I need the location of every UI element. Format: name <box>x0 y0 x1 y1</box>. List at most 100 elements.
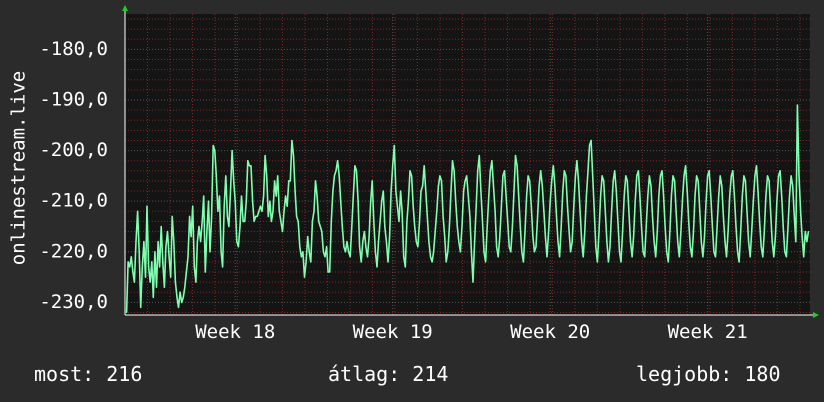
data-point <box>162 261 164 263</box>
data-point <box>570 251 572 253</box>
data-point <box>642 251 644 253</box>
data-point <box>176 296 178 298</box>
data-point <box>776 200 778 202</box>
data-point <box>255 215 257 217</box>
data-point <box>497 256 499 258</box>
data-point <box>763 230 765 233</box>
data-point <box>314 180 317 182</box>
data-point <box>327 271 329 273</box>
data-point <box>250 165 252 167</box>
data-point <box>503 170 506 172</box>
data-point <box>436 210 438 212</box>
data-point <box>593 210 595 212</box>
data-point <box>707 175 709 177</box>
data-point <box>551 180 553 182</box>
data-point <box>184 286 186 288</box>
data-point <box>190 236 192 238</box>
data-point <box>777 175 780 177</box>
data-point <box>486 225 488 228</box>
data-point <box>316 195 318 197</box>
data-point <box>236 241 238 243</box>
data-point <box>510 251 512 253</box>
data-point <box>448 225 450 228</box>
data-point <box>740 230 742 233</box>
data-point <box>215 175 217 177</box>
data-point <box>730 175 732 177</box>
data-point <box>729 195 731 197</box>
stat-current: most: 216 <box>34 362 143 386</box>
data-point <box>348 251 350 253</box>
data-point <box>296 215 298 217</box>
data-point <box>140 306 142 308</box>
data-point <box>650 185 652 187</box>
data-point <box>376 266 378 268</box>
data-point <box>625 175 627 177</box>
data-point <box>453 170 455 172</box>
data-point <box>163 286 165 288</box>
data-point <box>404 266 406 268</box>
data-point <box>349 256 351 258</box>
data-point <box>527 175 529 177</box>
data-point <box>552 165 554 167</box>
data-point <box>245 200 247 202</box>
data-point <box>200 241 202 243</box>
data-point <box>258 210 260 212</box>
data-point <box>363 230 365 233</box>
data-point <box>181 301 183 303</box>
data-point <box>784 251 786 253</box>
data-point <box>659 175 662 177</box>
data-point <box>522 261 525 263</box>
data-point <box>174 281 176 283</box>
data-point <box>267 215 269 217</box>
data-point <box>677 241 679 243</box>
stat-best: legjobb: 180 <box>636 362 781 386</box>
data-point <box>165 246 167 248</box>
data-point <box>151 261 153 263</box>
data-point <box>678 256 680 258</box>
data-point <box>700 241 702 243</box>
data-point <box>719 175 721 177</box>
data-point <box>502 175 504 177</box>
data-point <box>656 230 658 233</box>
data-point <box>629 241 632 243</box>
data-point <box>554 185 556 187</box>
data-point <box>541 185 543 187</box>
data-point <box>788 195 791 197</box>
data-point <box>308 251 310 253</box>
data-point <box>489 170 491 172</box>
data-point <box>741 195 743 197</box>
data-point <box>596 261 599 263</box>
data-point <box>403 256 405 258</box>
data-point <box>683 175 685 177</box>
data-point <box>637 170 640 172</box>
data-point <box>755 165 758 167</box>
y-tick-label: -200,0 <box>39 139 108 161</box>
data-point <box>189 215 191 217</box>
data-point <box>644 256 646 258</box>
data-point <box>714 256 717 258</box>
data-point <box>749 256 751 258</box>
data-point <box>266 175 268 177</box>
data-point <box>166 230 169 233</box>
data-point <box>557 241 559 243</box>
data-point <box>346 241 348 243</box>
data-point <box>603 180 605 182</box>
data-point <box>530 205 532 207</box>
data-point <box>500 205 502 207</box>
data-point <box>658 195 660 197</box>
data-point <box>389 236 391 238</box>
data-point <box>470 251 472 253</box>
data-point <box>806 241 808 243</box>
data-point <box>507 220 509 222</box>
data-point <box>537 215 539 217</box>
data-point <box>359 246 361 248</box>
data-point <box>193 266 195 268</box>
data-point <box>455 200 457 202</box>
data-point <box>329 271 331 273</box>
data-point <box>615 190 617 192</box>
data-point <box>196 241 198 243</box>
data-point <box>299 246 301 248</box>
data-point <box>228 225 230 228</box>
data-point <box>392 165 394 167</box>
data-point <box>313 210 315 212</box>
